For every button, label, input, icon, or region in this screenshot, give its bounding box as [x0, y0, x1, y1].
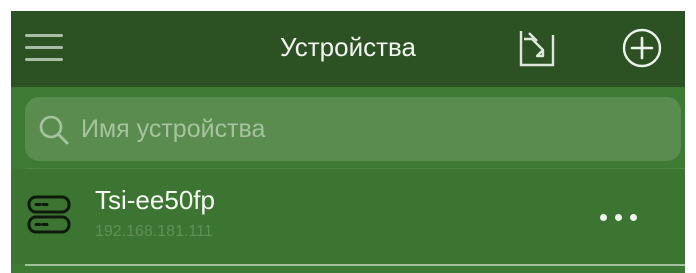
- divider: [25, 264, 685, 266]
- search-bar-container: Имя устройства: [11, 87, 685, 169]
- hamburger-menu-icon: [25, 46, 63, 49]
- more-dots-icon: [630, 214, 637, 221]
- device-list-item[interactable]: Tsi-ee50fp 192.168.181.111: [11, 169, 685, 264]
- device-ip: 192.168.181.111: [95, 223, 213, 240]
- page-title: Устройства: [279, 32, 417, 62]
- more-dots-icon: [600, 214, 607, 221]
- device-more-button[interactable]: [595, 199, 643, 235]
- import-device-icon: [519, 31, 555, 67]
- server-icon: [27, 195, 71, 234]
- hamburger-menu-icon: [25, 58, 63, 61]
- search-placeholder: Имя устройства: [81, 115, 266, 143]
- more-dots-icon: [615, 214, 622, 221]
- search-input[interactable]: Имя устройства: [25, 97, 681, 161]
- plus-circle-icon: [622, 28, 662, 68]
- import-device-button[interactable]: [515, 25, 561, 71]
- add-device-button[interactable]: [619, 25, 665, 71]
- top-bar: Устройства: [11, 11, 685, 87]
- menu-button[interactable]: [25, 29, 63, 65]
- devices-screen: Устройства Имя устройства Tsi-ee50fp 192…: [11, 11, 685, 273]
- device-name: Tsi-ee50fp: [95, 185, 215, 215]
- search-icon: [39, 115, 69, 145]
- hamburger-menu-icon: [25, 34, 63, 37]
